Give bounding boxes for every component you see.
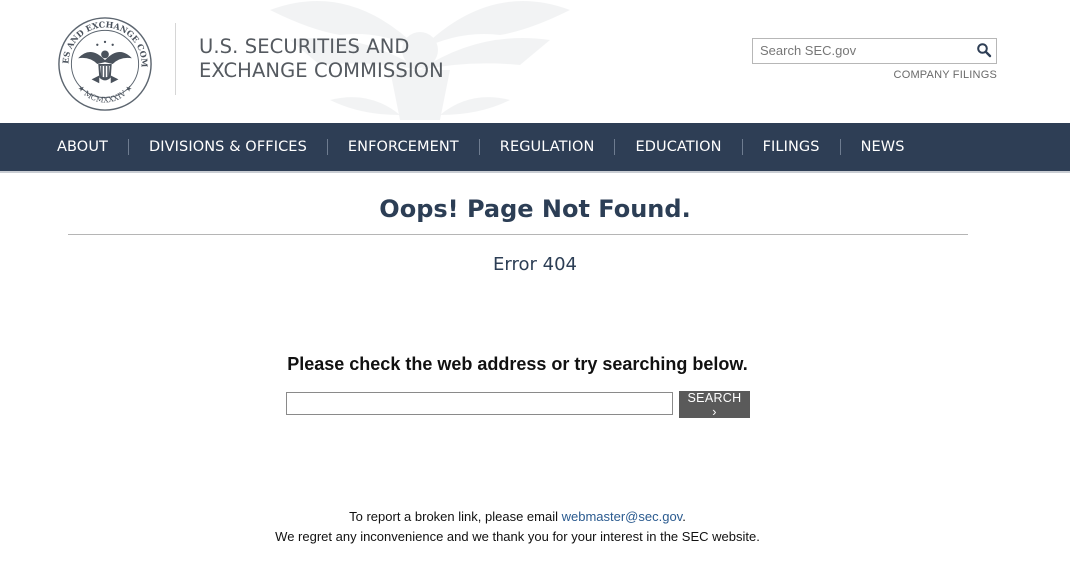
site-search-input[interactable] — [753, 39, 965, 61]
nav-item-divisions-offices: DIVISIONS & OFFICES — [149, 139, 348, 155]
search-icon[interactable] — [976, 42, 992, 58]
nav-link-divisions-offices[interactable]: DIVISIONS & OFFICES — [149, 139, 307, 155]
nav-link-about[interactable]: ABOUT — [57, 139, 108, 155]
agency-name-line1: U.S. SECURITIES AND — [199, 35, 410, 58]
logo-divider — [175, 23, 176, 95]
site-search — [752, 38, 997, 64]
nav-item-filings: FILINGS — [763, 139, 861, 155]
search-button[interactable]: SEARCH › — [679, 391, 750, 419]
nav-item-enforcement: ENFORCEMENT — [348, 139, 500, 155]
nav-item-news: NEWS — [861, 139, 905, 155]
agency-name-line2: EXCHANGE COMMISSION — [199, 59, 444, 82]
broken-link-period: . — [682, 509, 686, 524]
broken-link-text: To report a broken link, please email — [349, 509, 562, 524]
not-found-search-input[interactable] — [286, 392, 673, 415]
sec-seal-logo[interactable]: SECURITIES AND EXCHANGE COMMISSION ★ MCM… — [57, 16, 153, 112]
title-divider — [68, 234, 968, 235]
page-title: Oops! Page Not Found. — [379, 195, 691, 223]
error-code: Error 404 — [493, 254, 577, 275]
nav-link-regulation[interactable]: REGULATION — [500, 139, 595, 155]
nav-separator — [128, 139, 129, 155]
nav-separator — [478, 139, 480, 155]
nav-link-news[interactable]: NEWS — [861, 139, 905, 155]
main-nav: ABOUT DIVISIONS & OFFICES ENFORCEMENT RE… — [0, 123, 1070, 173]
nav-separator — [839, 139, 841, 155]
nav-separator — [326, 139, 328, 155]
nav-link-filings[interactable]: FILINGS — [763, 139, 820, 155]
nav-item-education: EDUCATION — [635, 139, 762, 155]
webmaster-email-link[interactable]: webmaster@sec.gov — [562, 509, 683, 524]
search-instruction: Please check the web address or try sear… — [287, 354, 748, 374]
nav-separator — [741, 139, 743, 155]
regret-notice: We regret any inconvenience and we thank… — [275, 529, 760, 544]
nav-item-regulation: REGULATION — [500, 139, 636, 155]
agency-name[interactable]: U.S. SECURITIES AND EXCHANGE COMMISSION — [199, 35, 444, 83]
nav-item-about: ABOUT — [57, 139, 149, 155]
nav-link-enforcement[interactable]: ENFORCEMENT — [348, 139, 459, 155]
broken-link-notice: To report a broken link, please email we… — [0, 509, 1035, 524]
company-filings-link[interactable]: COMPANY FILINGS — [894, 69, 997, 81]
nav-separator — [614, 139, 616, 155]
nav-link-education[interactable]: EDUCATION — [635, 139, 721, 155]
site-header: SECURITIES AND EXCHANGE COMMISSION ★ MCM… — [0, 0, 1070, 123]
